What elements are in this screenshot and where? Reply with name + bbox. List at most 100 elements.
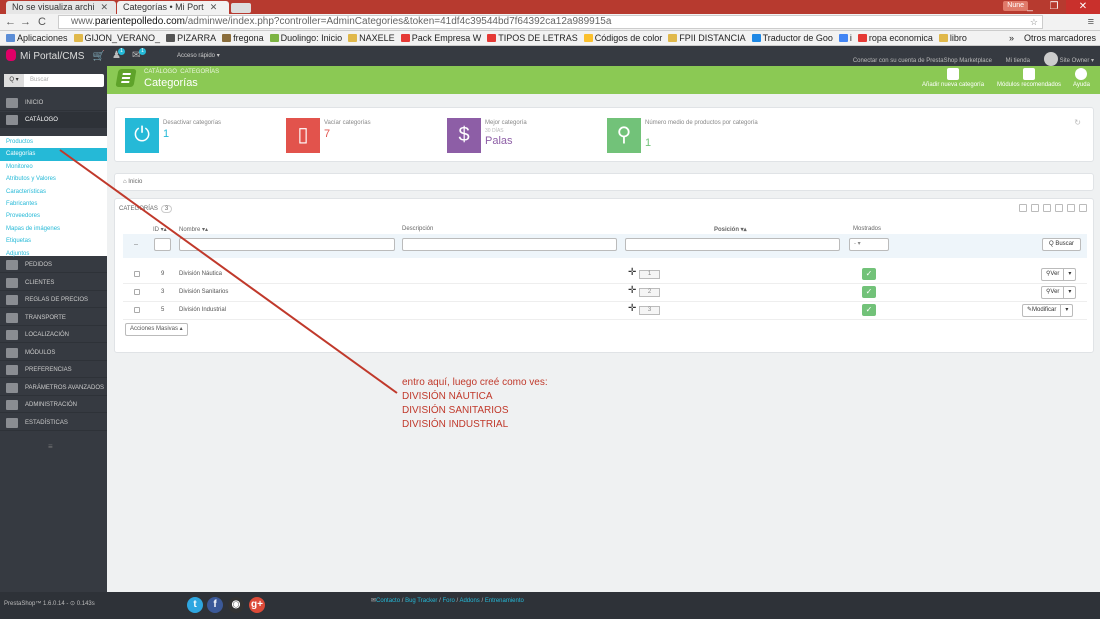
bookmark-item[interactable]: Pack Empresa W [400,31,481,45]
bookmark-item[interactable]: Traductor de Goo [751,31,833,45]
refresh-list-icon[interactable] [1067,204,1075,212]
sidebar-item[interactable]: Estadísticas [0,415,107,431]
bookmark-item[interactable]: Aplicaciones [6,31,68,45]
google-plus-icon[interactable]: g+ [249,597,265,613]
close-icon[interactable]: ✕ [210,2,218,12]
bookmark-item[interactable]: fregona [222,31,264,45]
row-checkbox[interactable] [134,271,140,277]
row-action-group[interactable]: ✎Modificar ▾ [1022,304,1074,317]
cloud-icon[interactable] [1031,204,1039,212]
bookmark-star-icon[interactable]: ☆ [1030,16,1038,28]
sidebar-item-catalog[interactable]: Catálogo [0,112,107,128]
browser-tab[interactable]: No se visualiza archi ✕ [6,1,116,14]
bookmark-item[interactable]: NAXELE [348,31,395,45]
submenu-item[interactable]: Atributos y Valores [0,173,107,185]
submenu-item[interactable]: Características [0,186,107,198]
caret-down-icon[interactable]: ▾ [1064,287,1075,298]
sidebar-item[interactable]: Parámetros Avanzados [0,380,107,396]
github-icon[interactable]: ◉ [228,597,244,613]
submenu-item[interactable]: Proveedores [0,210,107,222]
more-bookmarks-icon[interactable]: » [1009,33,1014,43]
bookmark-item[interactable]: Códigos de color [583,31,662,45]
shown-toggle[interactable]: ✓ [862,268,876,280]
row-name[interactable]: División Sanitarios [179,289,228,295]
sidebar-search[interactable]: Q ▾ Buscar [4,74,104,87]
browser-tab-active[interactable]: Categorías • Mi Port ✕ [117,1,229,14]
row-action-button[interactable]: ✎Modificar [1023,305,1062,316]
drag-handle-icon[interactable]: ✛ [628,267,636,278]
shown-toggle[interactable]: ✓ [862,304,876,316]
submenu-item[interactable]: Productos [0,136,107,148]
marketplace-link[interactable]: Conectar con su cuenta de PrestaShop Mar… [853,58,992,64]
breadcrumb-catalog[interactable]: Catálogo [144,69,177,75]
bookmark-item[interactable]: ropa economica [857,31,933,45]
cart-icon[interactable]: 🛒 [92,51,104,62]
close-icon[interactable]: ✕ [101,2,109,12]
my-shop-link[interactable]: Mi tienda [1006,58,1030,64]
row-action-button[interactable]: ⚲Ver [1042,269,1065,280]
row-checkbox[interactable] [134,289,140,295]
shown-toggle[interactable]: ✓ [862,286,876,298]
filter-name-input[interactable] [179,238,395,251]
reload-icon[interactable]: C [38,16,46,28]
sidebar-item[interactable]: Reglas de precios [0,292,107,308]
bookmark-item[interactable]: GIJON_VERANO_ [73,31,160,45]
search-button[interactable]: Q Buscar [1041,238,1081,251]
bookmark-item[interactable]: libro [938,31,967,45]
back-icon[interactable]: ← [5,16,16,28]
recommended-modules-button[interactable]: Módulos recomendados [997,68,1061,88]
search-icon[interactable]: Q ▾ [4,74,24,87]
edit-icon[interactable] [1043,204,1051,212]
submenu-item[interactable]: Monitoreo [0,161,107,173]
twitter-icon[interactable]: t [187,597,203,613]
breadcrumb-categories[interactable]: Categorías [180,69,219,75]
sidebar-item[interactable]: Módulos [0,345,107,361]
filter-shown-select[interactable]: - ▾ [849,238,889,251]
sidebar-item-home[interactable]: Inicio [0,95,107,111]
collapse-menu-icon[interactable]: ≡ [48,442,53,451]
employee-menu[interactable]: Site Owner ▾ [1043,52,1094,66]
minimize-icon[interactable]: _ [1018,0,1042,14]
addons-link[interactable]: Addons [459,598,479,604]
submenu-item[interactable]: Mapas de imágenes [0,223,107,235]
filter-description-input[interactable] [402,238,617,251]
bookmark-item[interactable]: i [838,31,852,45]
bug-tracker-link[interactable]: Bug Tracker [405,598,437,604]
submenu-item[interactable]: Fabricantes [0,198,107,210]
row-action-group[interactable]: ⚲Ver ▾ [1041,286,1077,299]
submenu-item[interactable]: Etiquetas [0,235,107,247]
caret-down-icon[interactable]: ▾ [1064,269,1075,280]
add-category-button[interactable]: Añadir nueva categoría [922,68,984,88]
sidebar-item[interactable]: Preferencias [0,362,107,378]
help-button[interactable]: Ayuda [1073,68,1090,88]
other-bookmarks[interactable]: Otros marcadores [1024,33,1096,43]
col-position-header[interactable]: Posición ▾▴ [714,226,747,233]
shop-logo[interactable]: Mi Portal/CMS 🛒 [6,49,105,62]
sidebar-item[interactable]: Transporte [0,310,107,326]
bookmark-item[interactable]: FPII DISTANCIA [668,31,746,45]
bulk-actions-button[interactable]: Acciones Masivas ▴ [125,323,188,336]
row-action-group[interactable]: ⚲Ver ▾ [1041,268,1077,281]
facebook-icon[interactable]: f [207,597,223,613]
menu-icon[interactable]: ≡ [1088,16,1094,28]
forum-link[interactable]: Foro [442,598,454,604]
row-name[interactable]: División Industrial [179,307,226,313]
submenu-item[interactable]: Categorías [0,148,107,161]
drag-handle-icon[interactable]: ✛ [628,303,636,314]
sidebar-item[interactable]: Localización [0,327,107,343]
add-icon[interactable] [1019,204,1027,212]
drag-handle-icon[interactable]: ✛ [628,285,636,296]
training-link[interactable]: Entrenamiento [485,598,524,604]
refresh-icon[interactable]: ↻ [1074,118,1081,127]
row-checkbox[interactable] [134,307,140,313]
url-field[interactable]: www.parientepolledo.com/adminwe/index.ph… [58,15,1043,29]
maximize-icon[interactable]: ❐ [1042,0,1066,14]
row-name[interactable]: División Náutica [179,271,222,277]
col-name-header[interactable]: Nombre ▾▴ [179,226,208,233]
bookmark-item[interactable]: Duolingo: Inicio [269,31,342,45]
filter-position-input[interactable] [625,238,840,251]
sidebar-item[interactable]: Administración [0,397,107,413]
quick-access-menu[interactable]: Acceso rápido ▾ [177,52,220,59]
caret-down-icon[interactable]: ▾ [1061,305,1072,316]
bookmark-item[interactable]: PIZARRA [166,31,216,45]
